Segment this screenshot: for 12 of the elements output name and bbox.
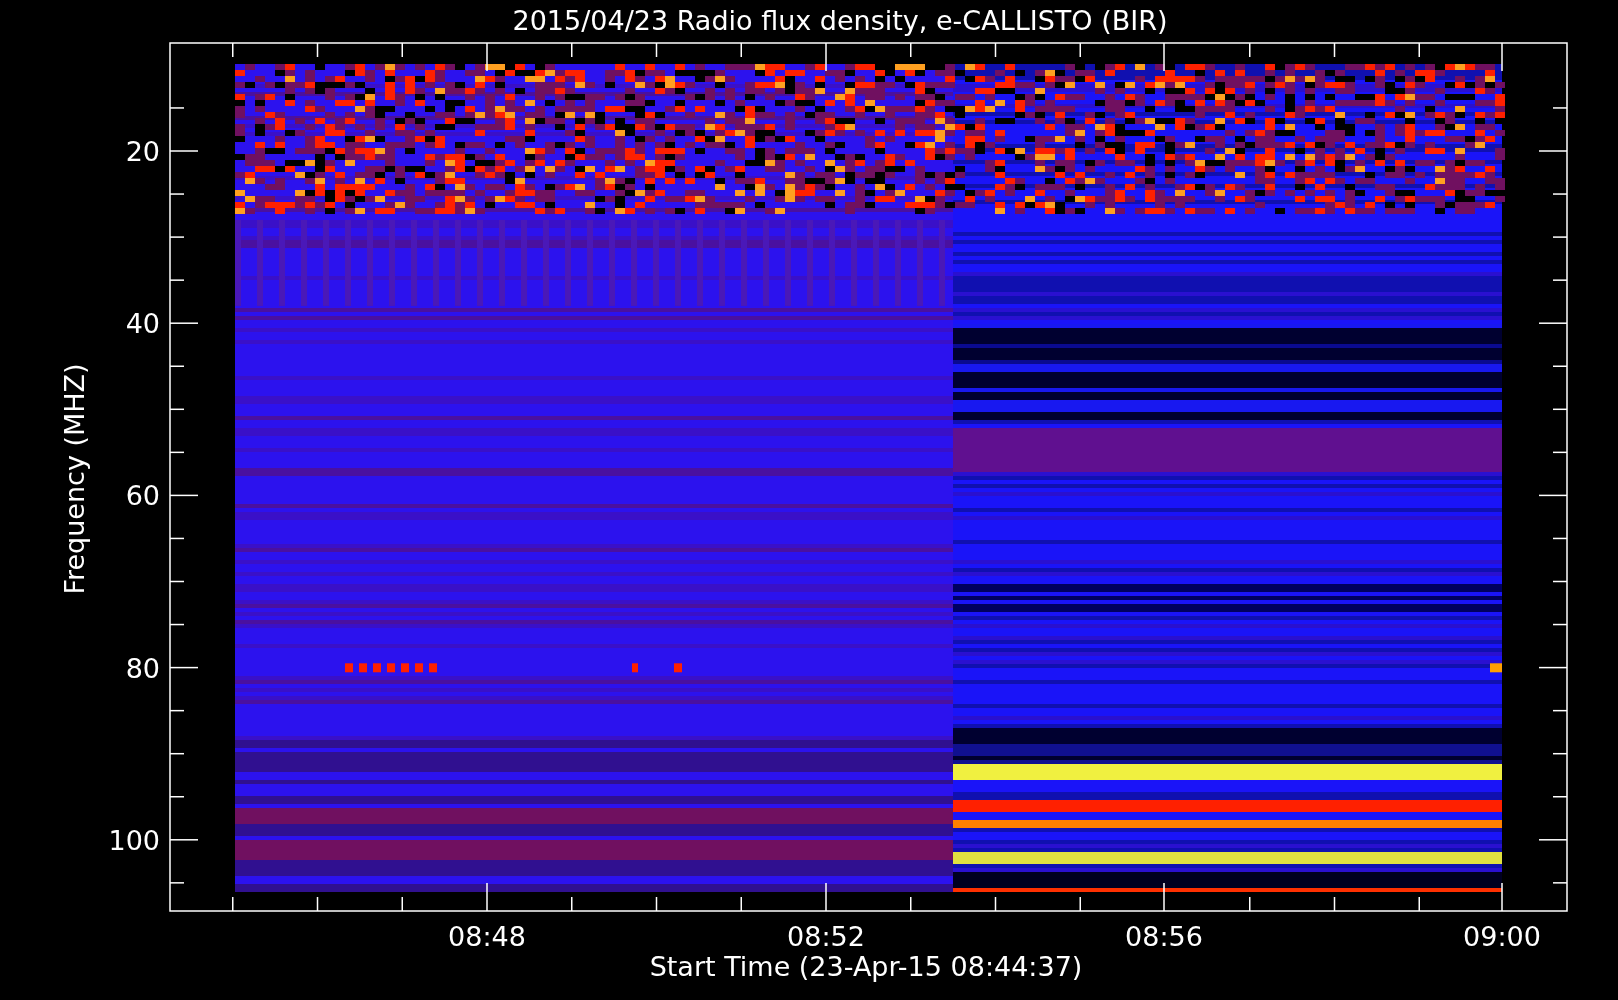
x-tick-label: 08:56 bbox=[1125, 921, 1203, 952]
y-tick-label: 100 bbox=[108, 824, 160, 856]
y-tick-label: 80 bbox=[125, 652, 160, 684]
x-tick-label: 09:00 bbox=[1463, 921, 1541, 952]
x-tick-label: 08:52 bbox=[787, 921, 865, 952]
x-axis-label: Start Time (23-Apr-15 08:44:37) bbox=[649, 951, 1083, 982]
y-tick-label: 20 bbox=[125, 136, 160, 167]
y-axis-label: Frequency (MHZ) bbox=[59, 363, 90, 595]
x-tick-label: 08:48 bbox=[448, 921, 526, 952]
chart-title: 2015/04/23 Radio flux density, e-CALLISTO (BIR) bbox=[512, 5, 1168, 36]
y-tick-label: 40 bbox=[125, 308, 160, 340]
y-tick-label: 60 bbox=[125, 480, 160, 512]
